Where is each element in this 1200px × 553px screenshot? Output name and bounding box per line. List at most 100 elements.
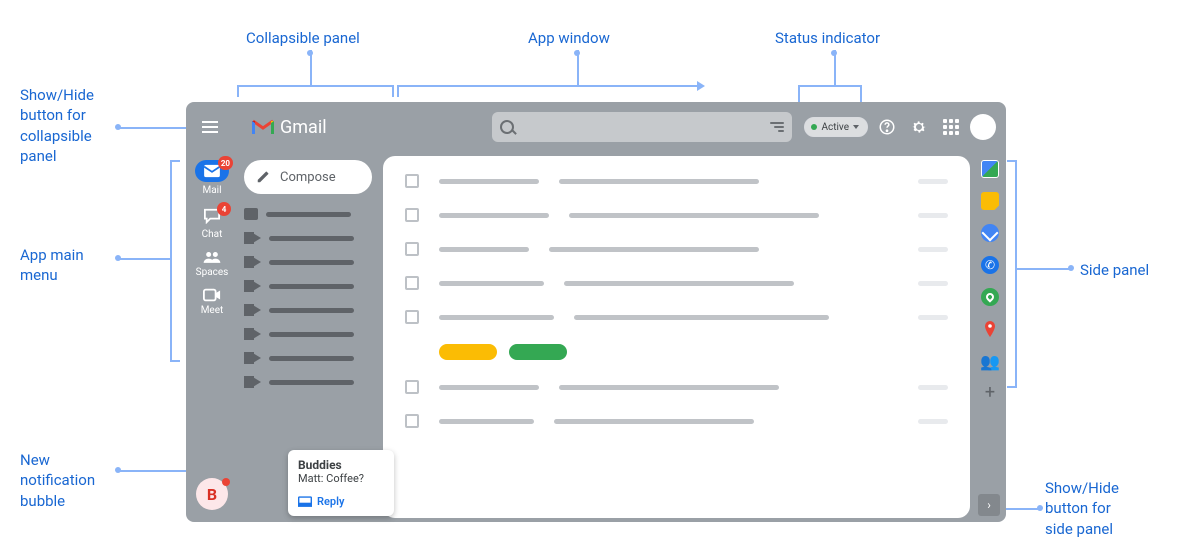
chat-reply-button[interactable]: Reply (298, 495, 384, 508)
mail-row[interactable] (405, 310, 948, 324)
subject-placeholder (559, 385, 779, 390)
contacts-icon[interactable]: ✆ (981, 256, 999, 274)
leader (1007, 386, 1017, 388)
chevron-right-icon: › (987, 498, 991, 512)
app-frame: Gmail Active 20 (186, 102, 1006, 522)
nav-mail-label: Mail (202, 185, 221, 196)
row-checkbox[interactable] (405, 242, 419, 256)
leader-dot (831, 50, 837, 56)
label-icon (251, 304, 261, 316)
folder-item[interactable] (244, 352, 375, 364)
mail-row[interactable] (405, 414, 948, 428)
reply-icon (298, 496, 312, 508)
row-checkbox[interactable] (405, 276, 419, 290)
compose-label: Compose (280, 170, 336, 185)
nav-chat[interactable]: 4 Chat (197, 206, 227, 240)
meta-placeholder (918, 213, 948, 218)
row-checkbox[interactable] (405, 208, 419, 222)
label-chip[interactable] (509, 344, 567, 360)
folder-item[interactable] (244, 256, 375, 268)
app-body: 20 Mail 4 Chat Spaces Meet B (186, 152, 1006, 522)
row-checkbox[interactable] (405, 414, 419, 428)
nav-spaces[interactable]: Spaces (196, 250, 229, 278)
calendar-icon[interactable] (981, 160, 999, 178)
mail-row[interactable] (405, 276, 948, 290)
chat-reply-label: Reply (317, 495, 344, 508)
sender-placeholder (439, 419, 534, 424)
leader (237, 85, 239, 97)
row-checkbox[interactable] (405, 380, 419, 394)
mail-row[interactable] (405, 208, 948, 222)
meta-placeholder (918, 247, 948, 252)
mail-row[interactable] (405, 242, 948, 256)
logo-block[interactable]: Gmail (252, 117, 327, 138)
callout-show-hide-side: Show/Hide button for side panel (1045, 478, 1119, 539)
nav-rail: 20 Mail 4 Chat Spaces Meet B (186, 152, 238, 522)
meta-placeholder (918, 179, 948, 184)
sender-placeholder (439, 315, 554, 320)
help-button[interactable] (874, 114, 900, 140)
label-icon (251, 376, 261, 388)
mail-row[interactable] (405, 174, 948, 188)
keep-icon[interactable] (981, 192, 999, 210)
side-panel-toggle[interactable]: › (978, 494, 1000, 516)
subject-placeholder (549, 247, 759, 252)
sender-placeholder (439, 213, 549, 218)
product-name: Gmail (280, 117, 327, 138)
leader (1004, 508, 1039, 510)
label-chip[interactable] (439, 344, 497, 360)
mail-row[interactable] (405, 380, 948, 394)
side-panel: ✆ 👥 + (974, 152, 1006, 522)
folder-item[interactable] (244, 280, 375, 292)
folder-item[interactable] (244, 328, 375, 340)
notification-bubble[interactable]: B (196, 478, 230, 512)
status-indicator-chip[interactable]: Active (804, 117, 868, 137)
callout-app-window: App window (528, 28, 610, 48)
chat-popup[interactable]: Buddies Matt: Coffee? Reply (288, 450, 394, 516)
callout-notif-bubble: New notification bubble (20, 450, 95, 511)
nav-meet[interactable]: Meet (201, 288, 224, 316)
chevron-down-icon (853, 125, 859, 129)
compose-button[interactable]: Compose (244, 160, 372, 194)
leader (170, 160, 180, 162)
main-menu-toggle[interactable] (196, 113, 224, 141)
leader (1015, 160, 1017, 386)
search-options-icon[interactable] (770, 122, 784, 132)
leader-dot (115, 124, 121, 130)
leader (1015, 268, 1070, 270)
folder-item[interactable] (244, 232, 375, 244)
voice-icon[interactable] (981, 288, 999, 306)
subject-placeholder (564, 281, 794, 286)
add-addon-button[interactable]: + (985, 384, 995, 402)
account-avatar[interactable] (970, 114, 996, 140)
maps-icon[interactable] (981, 320, 999, 338)
gmail-logo-icon (252, 119, 274, 135)
subject-placeholder (559, 179, 759, 184)
search-input[interactable] (492, 112, 792, 142)
nav-spaces-label: Spaces (196, 267, 229, 278)
pencil-icon (256, 170, 270, 184)
subject-placeholder (574, 315, 829, 320)
apps-grid-icon (943, 119, 959, 135)
leader (118, 127, 186, 129)
tasks-icon[interactable] (981, 224, 999, 242)
nav-mail[interactable]: 20 Mail (195, 160, 229, 196)
meta-placeholder (918, 385, 948, 390)
settings-button[interactable] (906, 114, 932, 140)
app-window-pane (383, 156, 970, 518)
folder-item[interactable] (244, 304, 375, 316)
nav-chat-label: Chat (202, 229, 223, 240)
leader (118, 470, 188, 472)
leader-dot (115, 467, 121, 473)
leader (397, 85, 697, 87)
collapsible-panel: Compose Buddies Matt: Coffee? Reply (238, 152, 383, 522)
groups-icon[interactable]: 👥 (981, 352, 999, 370)
leader-dot (115, 255, 121, 261)
apps-launcher[interactable] (938, 114, 964, 140)
chat-popup-preview: Matt: Coffee? (298, 472, 384, 485)
row-checkbox[interactable] (405, 310, 419, 324)
row-checkbox[interactable] (405, 174, 419, 188)
folder-item[interactable] (244, 376, 375, 388)
subject-placeholder (569, 213, 819, 218)
folder-item[interactable] (244, 208, 375, 220)
